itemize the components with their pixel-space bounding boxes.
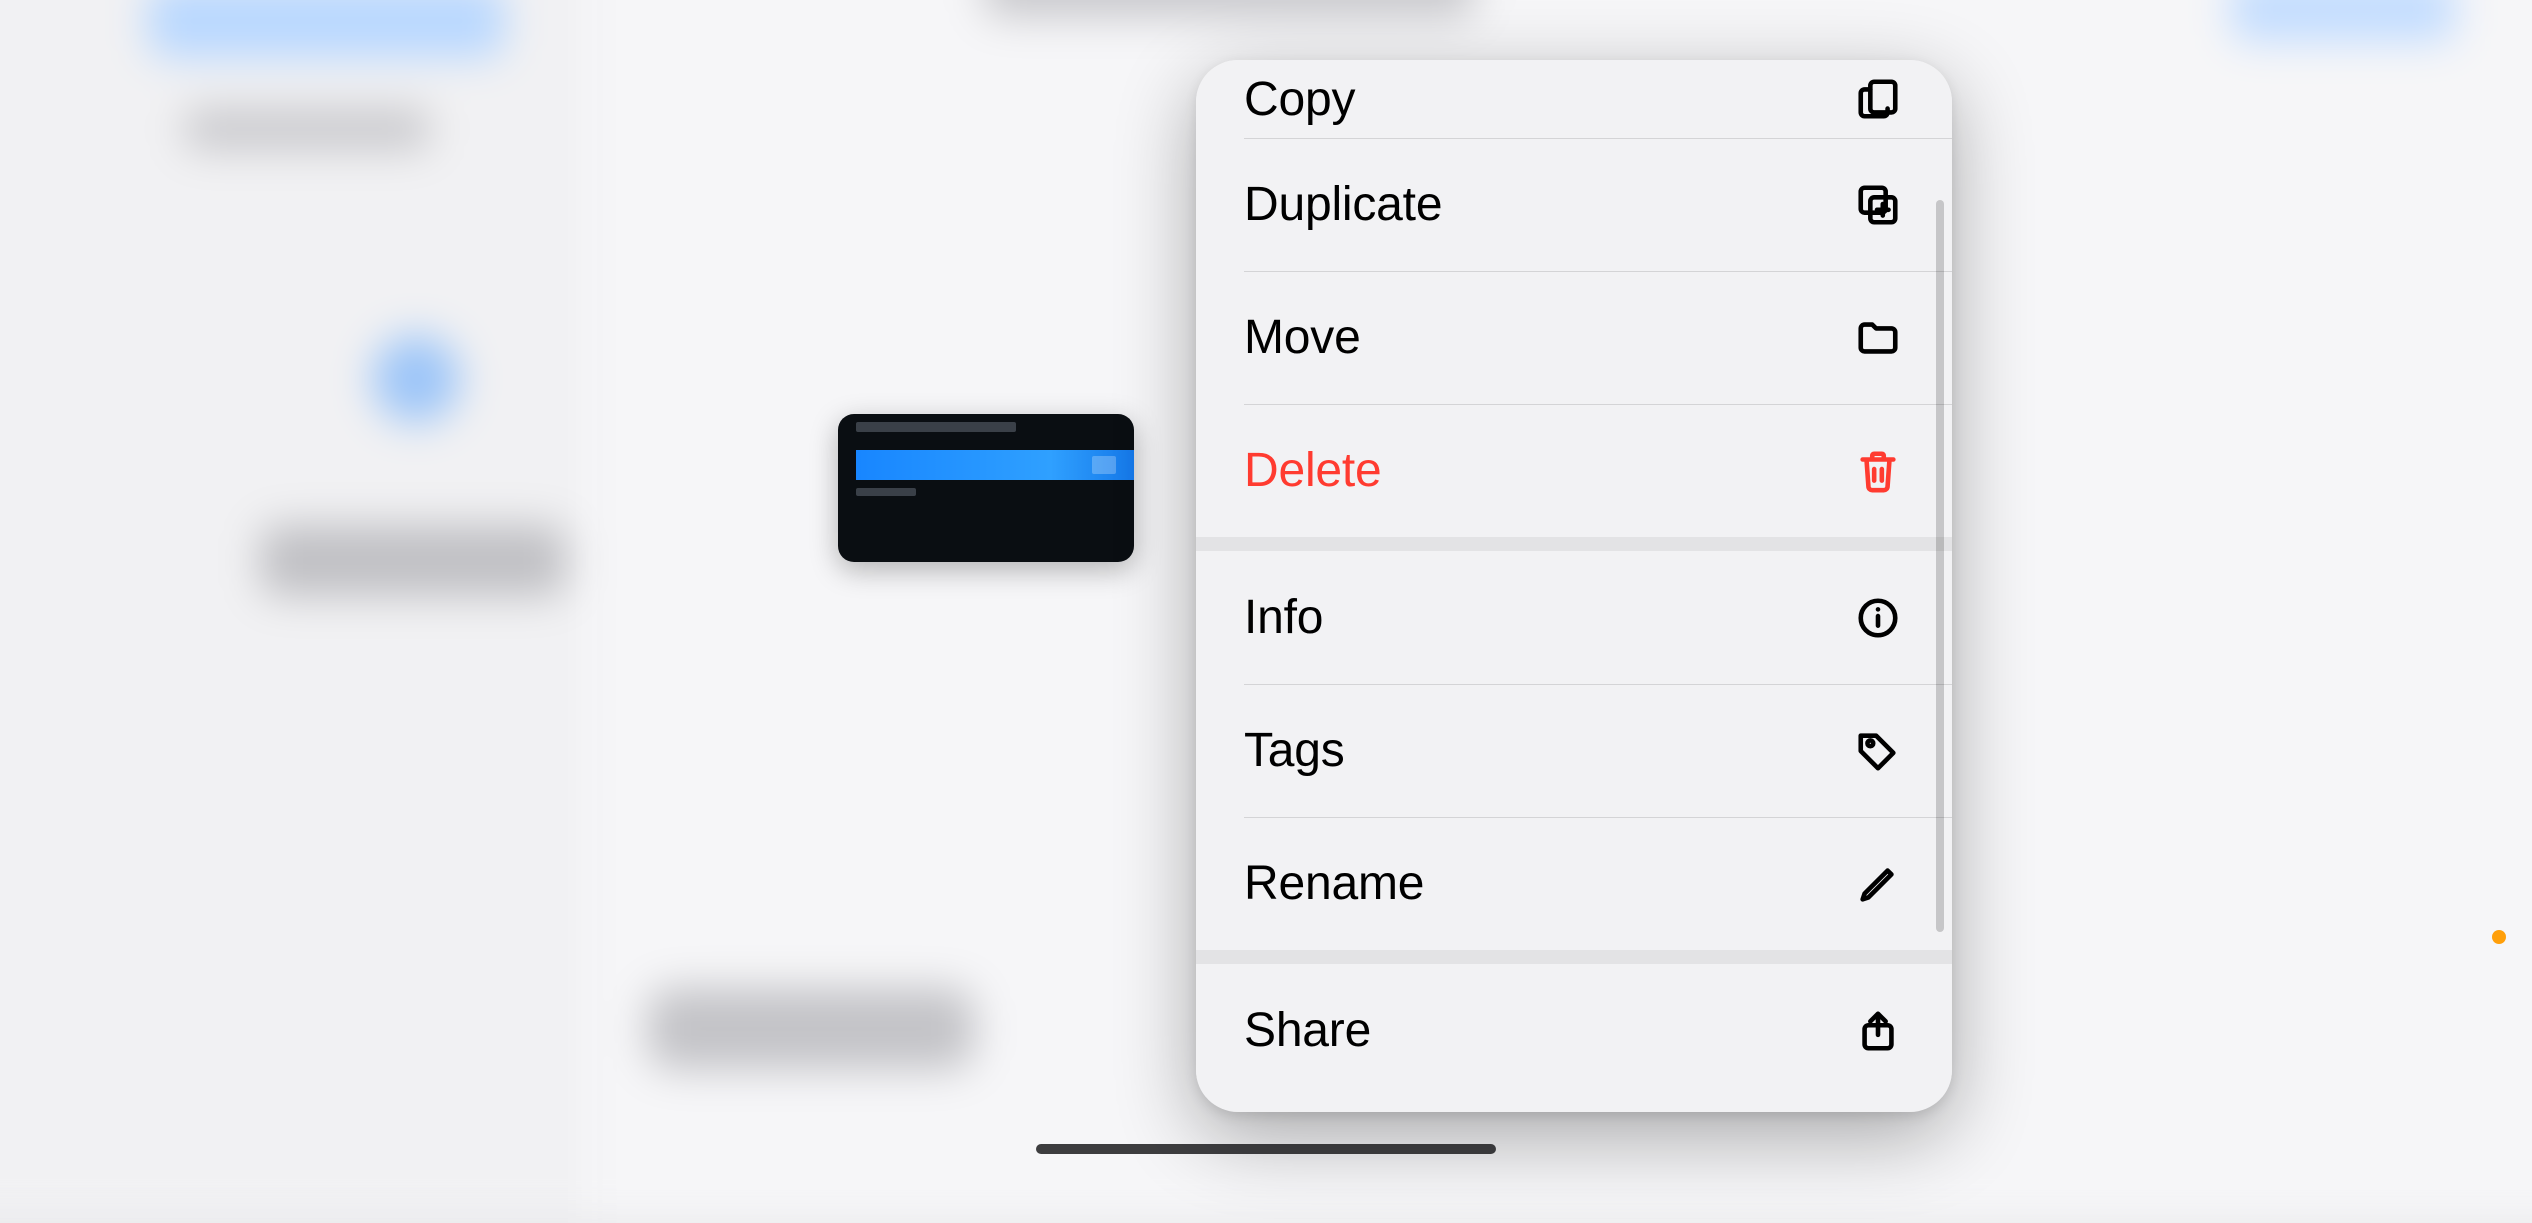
- menu-separator: [1196, 950, 1952, 964]
- menu-item-label: Delete: [1244, 443, 1382, 498]
- tag-icon: [1852, 725, 1904, 777]
- home-indicator: [1036, 1144, 1496, 1154]
- menu-item-rename[interactable]: Rename: [1196, 817, 1952, 950]
- menu-item-label: Info: [1244, 590, 1323, 645]
- menu-item-label: Copy: [1244, 72, 1355, 127]
- recording-indicator-dot: [2492, 930, 2506, 944]
- folder-icon: [1852, 312, 1904, 364]
- menu-item-delete[interactable]: Delete: [1196, 404, 1952, 537]
- menu-item-share[interactable]: Share: [1196, 964, 1952, 1097]
- menu-item-label: Move: [1244, 310, 1361, 365]
- menu-item-label: Rename: [1244, 856, 1424, 911]
- info-icon: [1852, 592, 1904, 644]
- scroll-indicator: [1936, 200, 1944, 932]
- menu-item-info[interactable]: Info: [1196, 551, 1952, 684]
- menu-item-move[interactable]: Move: [1196, 271, 1952, 404]
- duplicate-icon: [1852, 179, 1904, 231]
- menu-item-label: Share: [1244, 1003, 1371, 1058]
- trash-icon: [1852, 445, 1904, 497]
- menu-separator: [1196, 537, 1952, 551]
- menu-item-duplicate[interactable]: Duplicate: [1196, 138, 1952, 271]
- pencil-icon: [1852, 858, 1904, 910]
- menu-item-copy[interactable]: Copy: [1196, 60, 1952, 138]
- context-menu: Copy Duplicate Move Delete Info Tags Rename Sha…: [1196, 60, 1952, 1112]
- menu-item-label: Duplicate: [1244, 177, 1442, 232]
- share-icon: [1852, 1005, 1904, 1057]
- menu-item-tags[interactable]: Tags: [1196, 684, 1952, 817]
- menu-item-label: Tags: [1244, 723, 1345, 778]
- file-preview-thumbnail: [838, 414, 1134, 562]
- copy-icon: [1852, 73, 1904, 125]
